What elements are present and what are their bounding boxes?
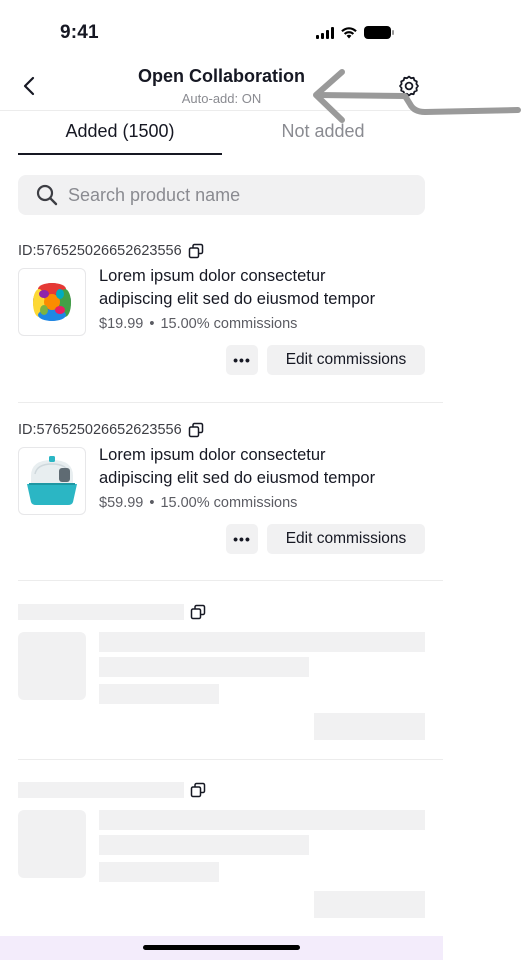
status-time: 9:41	[60, 22, 99, 43]
card-divider	[18, 759, 443, 760]
skeleton-line	[99, 632, 425, 652]
status-icons	[316, 26, 394, 39]
product-id: ID:576525026652623556	[18, 243, 182, 259]
knot-ball-image	[33, 283, 71, 321]
active-tab-indicator	[18, 153, 222, 155]
litter-box-image	[27, 456, 77, 505]
product-title-line1: Lorem ipsum dolor consectetur	[99, 446, 326, 464]
product-meta: $19.99 • 15.00% commissions	[99, 316, 297, 332]
tab-added[interactable]: Added (1500)	[18, 121, 222, 153]
card-divider	[18, 402, 443, 403]
card-divider	[18, 580, 443, 581]
copy-icon	[190, 782, 206, 798]
battery-icon	[364, 26, 394, 39]
edit-commissions-button[interactable]: Edit commissions	[267, 345, 425, 375]
skeleton-button	[314, 891, 425, 918]
search-input[interactable]	[68, 184, 368, 206]
skeleton-line	[99, 657, 309, 677]
product-id-row: ID:576525026652623556	[18, 422, 204, 438]
skeleton-thumbnail	[18, 632, 86, 700]
more-options-button[interactable]: •••	[226, 345, 258, 375]
product-title-line1: Lorem ipsum dolor consectetur	[99, 267, 326, 285]
more-options-button[interactable]: •••	[226, 524, 258, 554]
skeleton-line	[99, 684, 219, 704]
copy-icon[interactable]	[188, 243, 204, 259]
skeleton-line	[99, 810, 425, 830]
product-price: $19.99	[99, 316, 144, 332]
meta-separator: •	[149, 495, 155, 511]
annotation-arrow	[313, 69, 521, 123]
product-price: $59.99	[99, 495, 144, 511]
app-screen: 9:41 Open Collaboration Auto-add: ON Add…	[0, 0, 443, 960]
skeleton-id	[18, 604, 184, 620]
copy-icon	[190, 604, 206, 620]
product-commission: 15.00% commissions	[160, 316, 298, 332]
product-commission: 15.00% commissions	[160, 495, 298, 511]
meta-separator: •	[149, 316, 155, 332]
product-meta: $59.99 • 15.00% commissions	[99, 495, 297, 511]
search-bar[interactable]	[18, 175, 425, 215]
tab-not-added[interactable]: Not added	[222, 121, 424, 153]
product-image-litter-box[interactable]	[18, 447, 86, 515]
product-title[interactable]: Lorem ipsum dolor consectetur adipiscing…	[99, 265, 429, 311]
skeleton-id	[18, 782, 184, 798]
product-id-row: ID:576525026652623556	[18, 243, 204, 259]
product-image-knot-ball[interactable]	[18, 268, 86, 336]
skeleton-line	[99, 862, 219, 882]
product-title-line2: adipiscing elit sed do eiusmod tempor	[99, 290, 376, 308]
skeleton-line	[99, 835, 309, 855]
skeleton-button	[314, 713, 425, 740]
product-id: ID:576525026652623556	[18, 422, 182, 438]
skeleton-thumbnail	[18, 810, 86, 878]
product-title-line2: adipiscing elit sed do eiusmod tempor	[99, 469, 376, 487]
copy-icon[interactable]	[188, 422, 204, 438]
signal-icon	[316, 26, 334, 39]
home-indicator	[143, 945, 300, 950]
wifi-icon	[341, 27, 357, 39]
product-title[interactable]: Lorem ipsum dolor consectetur adipiscing…	[99, 444, 429, 490]
edit-commissions-button[interactable]: Edit commissions	[267, 524, 425, 554]
search-icon	[36, 184, 58, 206]
